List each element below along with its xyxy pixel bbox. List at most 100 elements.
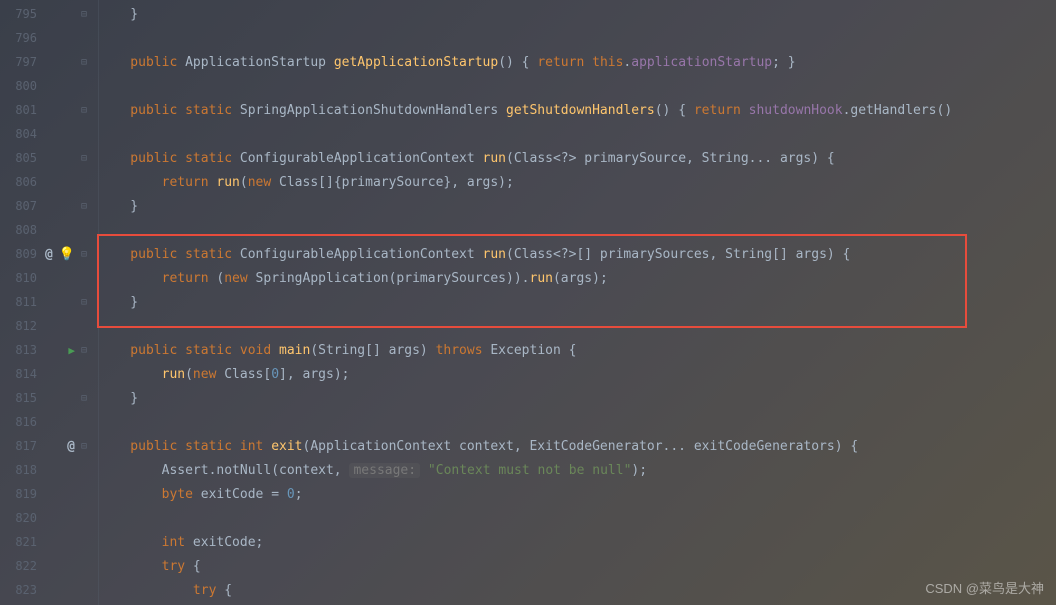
line-number: 813 xyxy=(7,343,37,357)
code-token: = xyxy=(263,487,286,502)
code-line[interactable] xyxy=(95,122,1056,146)
code-token: ApplicationStartup xyxy=(185,55,334,70)
code-token: { xyxy=(193,559,201,574)
code-token: return xyxy=(694,103,749,118)
code-token: } xyxy=(99,199,138,214)
code-line[interactable]: return (new SpringApplication(primarySou… xyxy=(95,266,1056,290)
code-line[interactable]: public static SpringApplicationShutdownH… xyxy=(95,98,1056,122)
code-line[interactable]: public ApplicationStartup getApplication… xyxy=(95,50,1056,74)
code-token: { xyxy=(224,583,232,598)
line-number: 818 xyxy=(7,463,37,477)
line-number: 812 xyxy=(7,319,37,333)
code-token: return xyxy=(99,175,216,190)
gutter-line: 816 xyxy=(0,410,95,434)
code-token: .notNull(context, xyxy=(209,463,350,478)
code-line[interactable]: } xyxy=(95,290,1056,314)
code-line[interactable] xyxy=(95,74,1056,98)
bulb-icon[interactable]: 💡 xyxy=(59,247,75,262)
code-token: try xyxy=(99,559,193,574)
code-line[interactable]: } xyxy=(95,2,1056,26)
fold-icon[interactable]: ⊟ xyxy=(81,57,87,68)
gutter-line: 819 xyxy=(0,482,95,506)
gutter-line: 818 xyxy=(0,458,95,482)
fold-icon[interactable]: ⊟ xyxy=(81,201,87,212)
line-number: 817 xyxy=(7,439,37,453)
code-token: public static int xyxy=(99,439,271,454)
code-area[interactable]: } public ApplicationStartup getApplicati… xyxy=(95,0,1056,605)
code-token: ( xyxy=(216,271,224,286)
line-number: 820 xyxy=(7,511,37,525)
fold-icon[interactable]: ⊟ xyxy=(81,105,87,116)
code-token: exitCode xyxy=(201,487,264,502)
line-number: 823 xyxy=(7,583,37,597)
code-token: return this xyxy=(537,55,623,70)
code-token: 0 xyxy=(271,367,279,382)
line-number: 805 xyxy=(7,151,37,165)
gutter-line: 820 xyxy=(0,506,95,530)
code-token: getApplicationStartup xyxy=(334,55,498,70)
fold-icon[interactable]: ⊟ xyxy=(81,441,87,452)
line-number: 814 xyxy=(7,367,37,381)
gutter-marks: ⊟ xyxy=(37,153,87,164)
code-token: } xyxy=(99,295,138,310)
code-line[interactable] xyxy=(95,410,1056,434)
gutter-marks: ⊟ xyxy=(37,9,87,20)
gutter-line: 795⊟ xyxy=(0,2,95,26)
code-line[interactable]: try { xyxy=(95,578,1056,602)
code-token: getShutdownHandlers xyxy=(506,103,655,118)
code-token: ConfigurableApplicationContext xyxy=(240,247,483,262)
override-icon[interactable]: @ xyxy=(45,247,53,262)
gutter-marks: ⊟ xyxy=(37,393,87,404)
code-token: shutdownHook xyxy=(749,103,843,118)
code-line[interactable]: public static void main(String[] args) t… xyxy=(95,338,1056,362)
code-token: (Class<?> primarySource, String... args)… xyxy=(506,151,835,166)
run-icon[interactable]: ▶ xyxy=(68,344,75,357)
code-token: .getHandlers() xyxy=(843,103,953,118)
code-line[interactable]: int exitCode; xyxy=(95,530,1056,554)
code-token: new xyxy=(224,271,255,286)
code-token: (Class<?>[] primarySources, String[] arg… xyxy=(506,247,850,262)
code-token: . xyxy=(623,55,631,70)
code-line[interactable]: } xyxy=(95,194,1056,218)
code-line[interactable] xyxy=(95,506,1056,530)
code-line[interactable] xyxy=(95,26,1056,50)
gutter-line: 812 xyxy=(0,314,95,338)
code-token: new xyxy=(248,175,279,190)
code-line[interactable]: public static ConfigurableApplicationCon… xyxy=(95,242,1056,266)
code-token: ], args); xyxy=(279,367,349,382)
override-icon[interactable]: @ xyxy=(67,439,75,454)
fold-icon[interactable]: ⊟ xyxy=(81,345,87,356)
fold-icon[interactable]: ⊟ xyxy=(81,153,87,164)
code-line[interactable]: return run(new Class[]{primarySource}, a… xyxy=(95,170,1056,194)
gutter-line: 822 xyxy=(0,554,95,578)
code-line[interactable]: try { xyxy=(95,554,1056,578)
fold-icon[interactable]: ⊟ xyxy=(81,249,87,260)
code-token: throws xyxy=(436,343,491,358)
code-line[interactable]: run(new Class[0], args); xyxy=(95,362,1056,386)
line-number: 804 xyxy=(7,127,37,141)
code-token: run xyxy=(483,247,506,262)
code-token: } xyxy=(99,391,138,406)
code-token: public xyxy=(99,55,185,70)
code-line[interactable] xyxy=(95,218,1056,242)
gutter-line: 810 xyxy=(0,266,95,290)
gutter: 795⊟796797⊟800801⊟804805⊟806807⊟808809@💡… xyxy=(0,0,95,605)
code-line[interactable]: public static int exit(ApplicationContex… xyxy=(95,434,1056,458)
line-number: 806 xyxy=(7,175,37,189)
code-token: exit xyxy=(271,439,302,454)
fold-icon[interactable]: ⊟ xyxy=(81,297,87,308)
gutter-line: 800 xyxy=(0,74,95,98)
line-number: 808 xyxy=(7,223,37,237)
gutter-line: 817 @ ⊟ xyxy=(0,434,95,458)
fold-icon[interactable]: ⊟ xyxy=(81,393,87,404)
fold-icon[interactable]: ⊟ xyxy=(81,9,87,20)
code-token: SpringApplicationShutdownHandlers xyxy=(240,103,506,118)
code-line[interactable]: } xyxy=(95,386,1056,410)
code-token: "Context must not be null" xyxy=(428,463,632,478)
code-line[interactable] xyxy=(95,314,1056,338)
gutter-line: 811⊟ xyxy=(0,290,95,314)
code-token: try xyxy=(99,583,224,598)
code-line[interactable]: Assert.notNull(context, message: "Contex… xyxy=(95,458,1056,482)
code-line[interactable]: public static ConfigurableApplicationCon… xyxy=(95,146,1056,170)
code-line[interactable]: byte exitCode = 0; xyxy=(95,482,1056,506)
